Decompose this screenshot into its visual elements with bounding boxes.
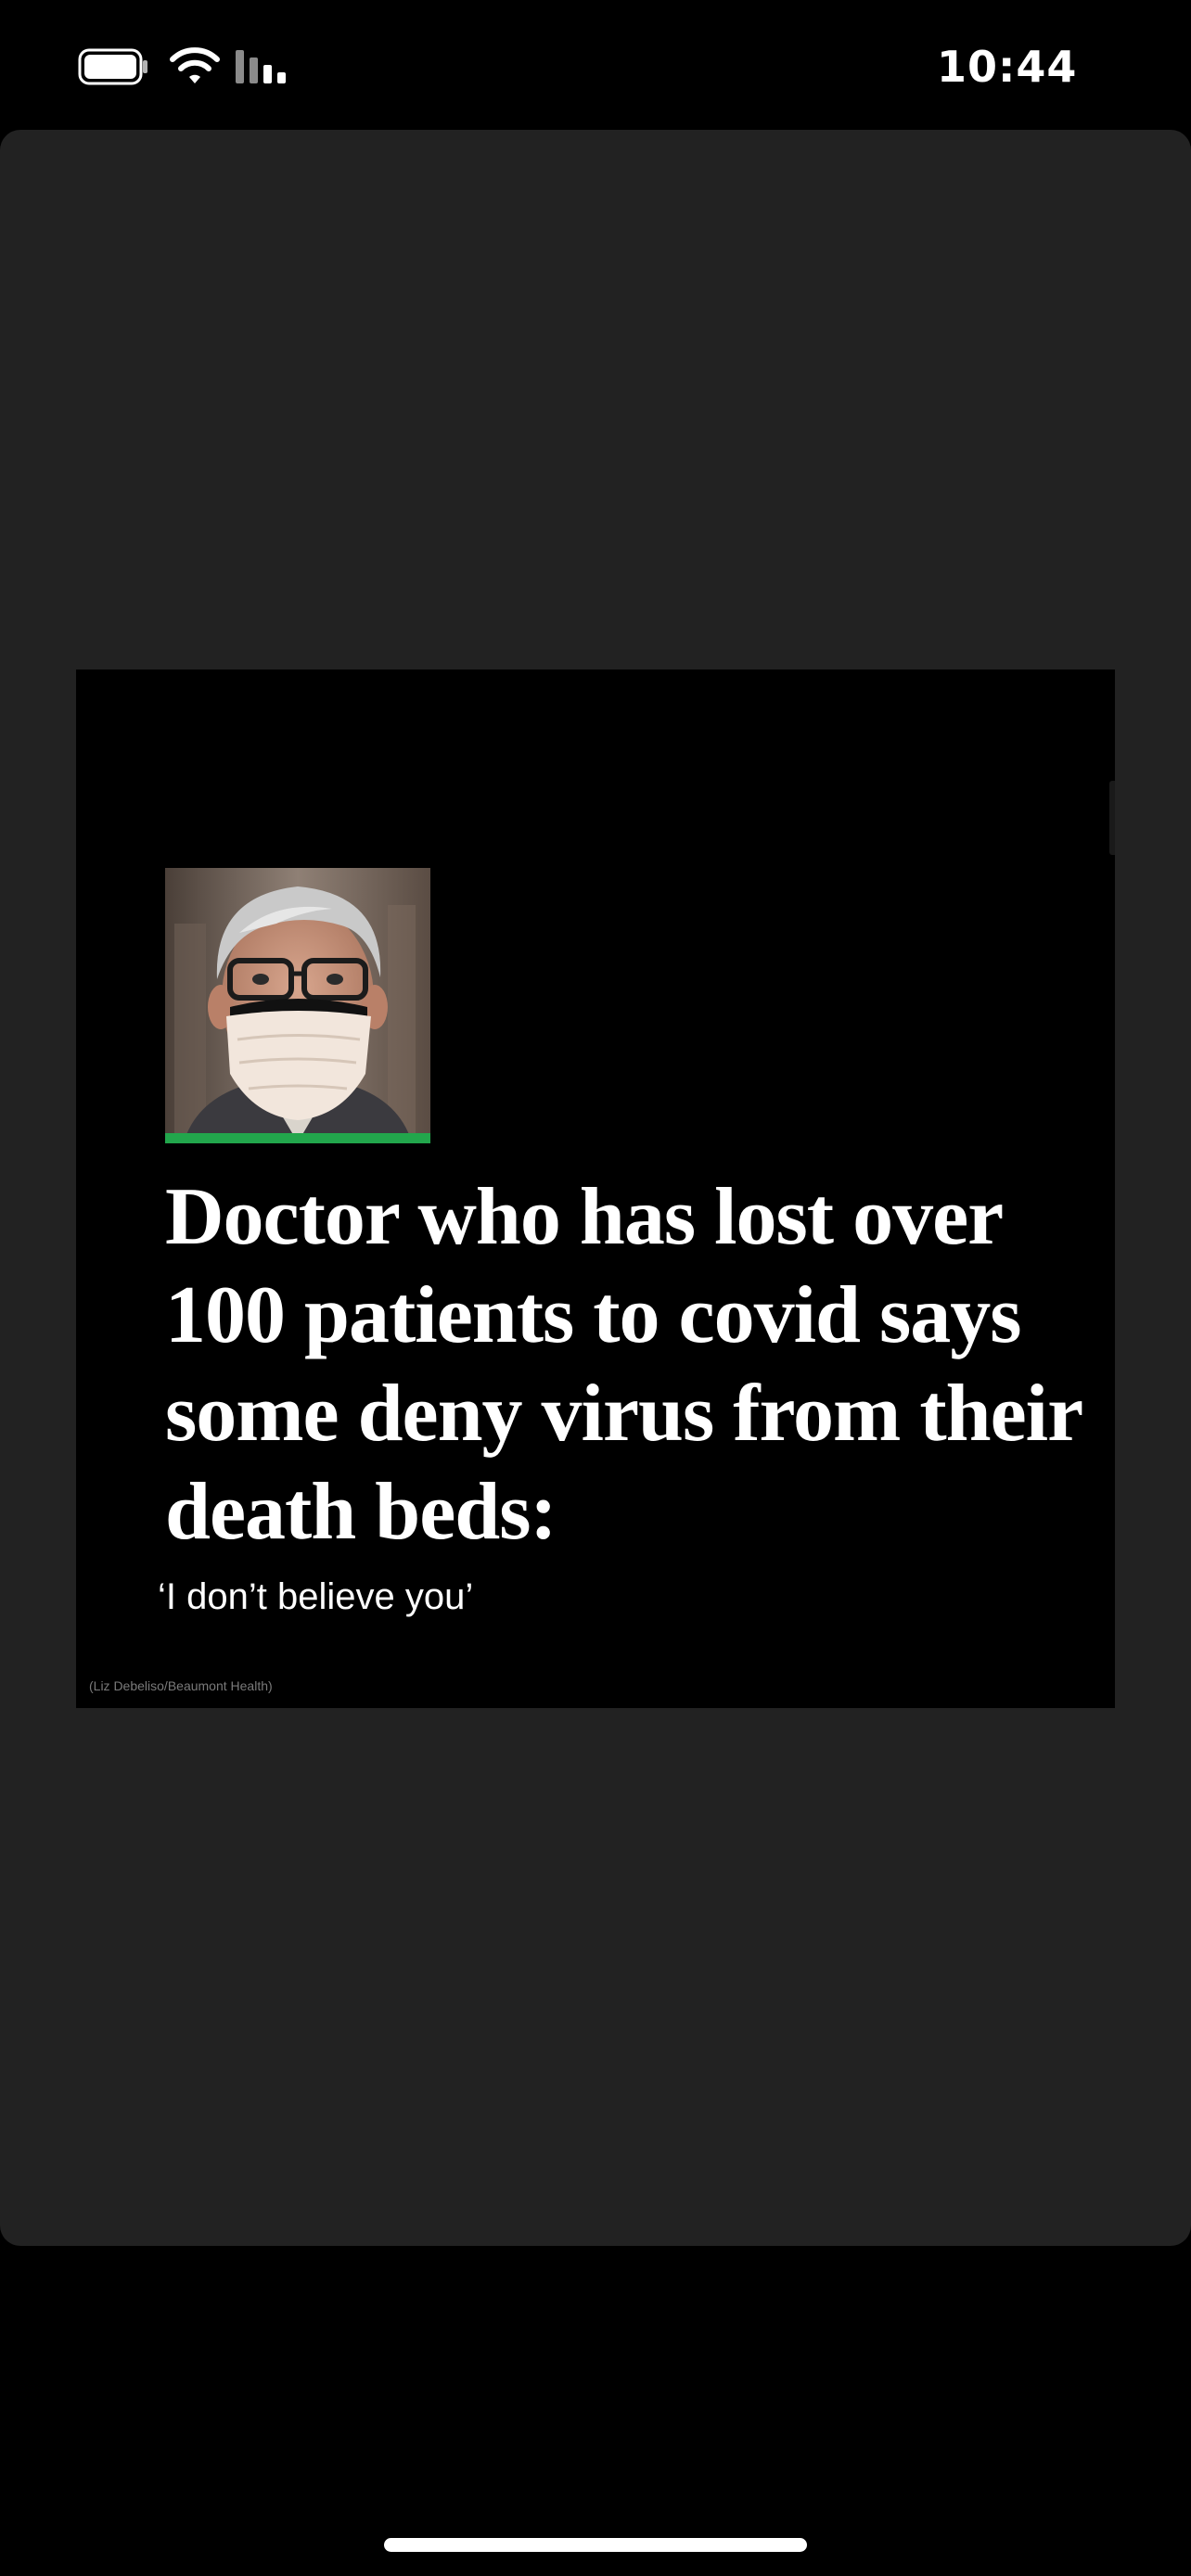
home-indicator[interactable] (384, 2538, 807, 2552)
headline: Doctor who has lost over 100 patients to… (165, 1172, 1082, 1557)
cellular-signal-icon (236, 46, 293, 85)
news-image[interactable]: Doctor who has lost over 100 patients to… (76, 670, 1115, 1708)
accent-bar (165, 1133, 430, 1143)
doctor-portrait (165, 868, 430, 1142)
status-time: 10:44 (937, 42, 1078, 92)
edge-mark (1109, 781, 1115, 855)
photo-credit: (Liz Debeliso/Beaumont Health) (89, 1678, 273, 1693)
subhead: ‘I don’t believe you’ (158, 1576, 474, 1617)
battery-icon (78, 48, 148, 85)
wifi-icon (169, 46, 221, 87)
status-bar: 10:44 (0, 0, 1191, 130)
